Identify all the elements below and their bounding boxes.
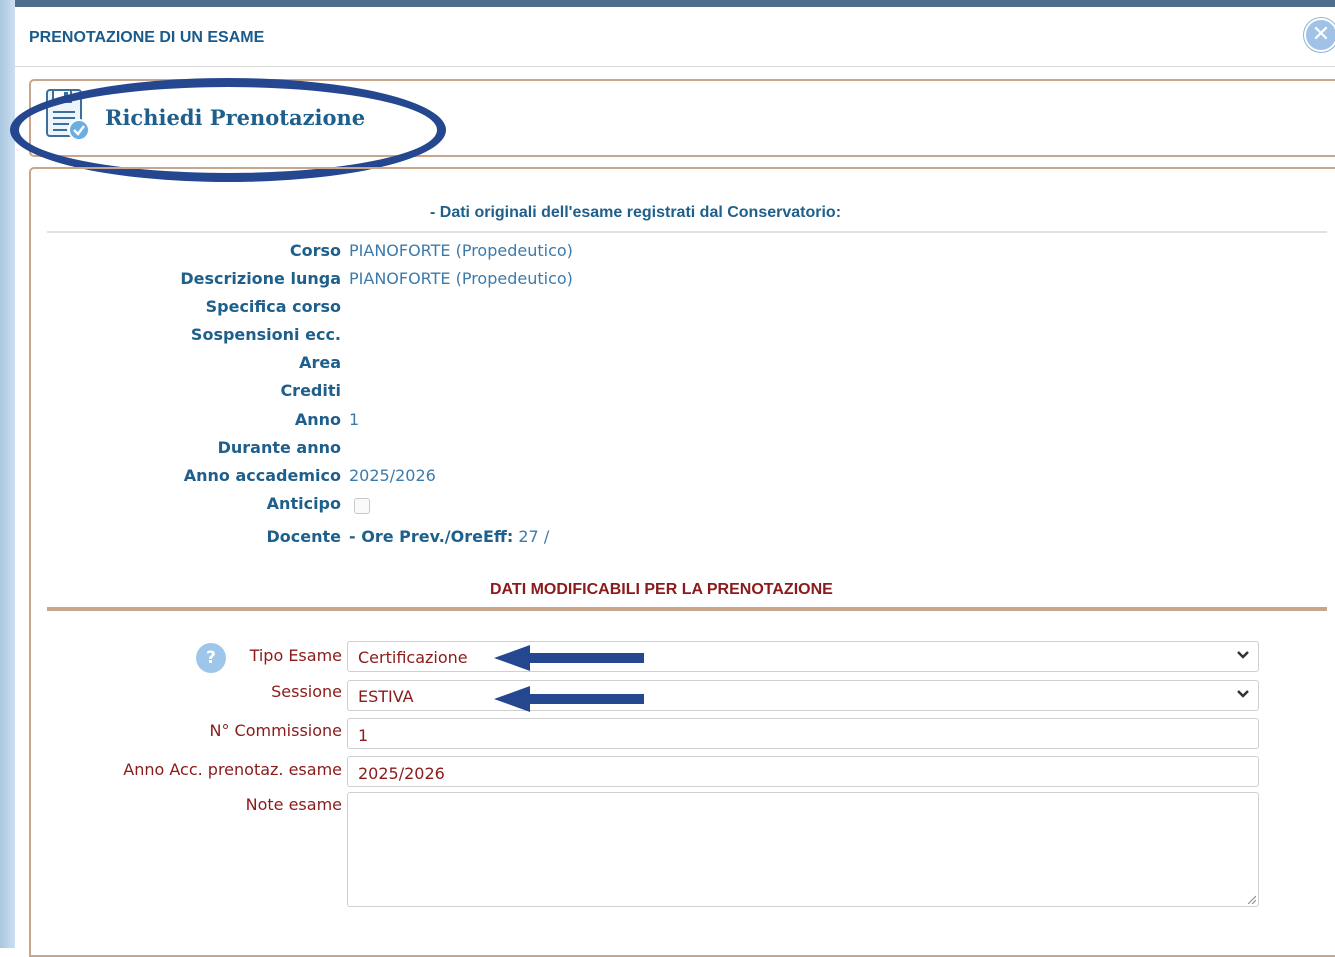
info-label: Area xyxy=(299,353,341,372)
dialog-title: PRENOTAZIONE DI UN ESAME xyxy=(29,29,265,46)
info-label: Sospensioni ecc. xyxy=(190,325,341,344)
chevron-down-icon xyxy=(1237,690,1249,698)
docente-prefix: - xyxy=(349,527,362,546)
title-divider xyxy=(15,66,1335,67)
section-divider xyxy=(47,231,1327,233)
annotation-arrow-icon xyxy=(494,686,644,712)
sessione-label: Sessione xyxy=(271,682,342,701)
annotation-arrow-icon xyxy=(494,645,644,671)
sessione-value: ESTIVA xyxy=(358,687,414,706)
original-data-heading: - Dati originali dell'esame registrati d… xyxy=(430,204,842,221)
info-label: Specifica corso xyxy=(205,297,341,316)
info-value: PIANOFORTE (Propedeutico) xyxy=(349,269,573,288)
anno-acc-input[interactable]: 2025/2026 xyxy=(347,756,1259,787)
info-value: 1 xyxy=(349,410,360,429)
editable-divider xyxy=(47,607,1327,611)
info-label: Crediti xyxy=(280,381,341,400)
info-value: 2025/2026 xyxy=(349,466,436,485)
close-icon[interactable]: ✕ xyxy=(1304,18,1335,52)
info-label: Anno accademico xyxy=(183,466,341,485)
anno-acc-label: Anno Acc. prenotaz. esame xyxy=(123,760,342,779)
commissione-input[interactable]: 1 xyxy=(347,718,1259,749)
resize-grip-icon[interactable] xyxy=(1246,894,1256,904)
sessione-select[interactable]: ESTIVA xyxy=(347,680,1259,711)
info-label: Corso xyxy=(289,241,341,260)
editable-data-heading: DATI MODIFICABILI PER LA PRENOTAZIONE xyxy=(490,581,833,598)
tipo-esame-select[interactable]: Certificazione xyxy=(347,641,1259,672)
docente-label: Docente xyxy=(266,527,342,546)
note-textarea[interactable] xyxy=(347,792,1259,907)
note-label: Note esame xyxy=(245,795,342,814)
docente-value: - Ore Prev./OreEff: 27 / xyxy=(349,527,549,546)
header-panel: Richiedi Prenotazione xyxy=(29,79,1335,157)
anticipo-label: Anticipo xyxy=(266,494,341,513)
tipo-esame-value: Certificazione xyxy=(358,648,468,667)
ore-label: Ore Prev./OreEff: xyxy=(361,527,514,546)
window-top-border xyxy=(15,0,1335,7)
anticipo-checkbox[interactable] xyxy=(354,498,370,514)
info-label: Anno xyxy=(294,410,341,429)
ore-value: 27 / xyxy=(518,527,550,546)
info-label: Descrizione lunga xyxy=(180,269,341,288)
info-label: Durante anno xyxy=(217,438,341,457)
commissione-label: N° Commissione xyxy=(209,721,342,740)
page-title: Richiedi Prenotazione xyxy=(105,105,366,130)
chevron-down-icon xyxy=(1237,651,1249,659)
tipo-esame-label: Tipo Esame xyxy=(249,646,342,665)
commissione-value: 1 xyxy=(358,726,369,745)
info-value: PIANOFORTE (Propedeutico) xyxy=(349,241,573,260)
anno-acc-value: 2025/2026 xyxy=(358,764,445,783)
floppy-document-check-icon xyxy=(46,89,90,141)
